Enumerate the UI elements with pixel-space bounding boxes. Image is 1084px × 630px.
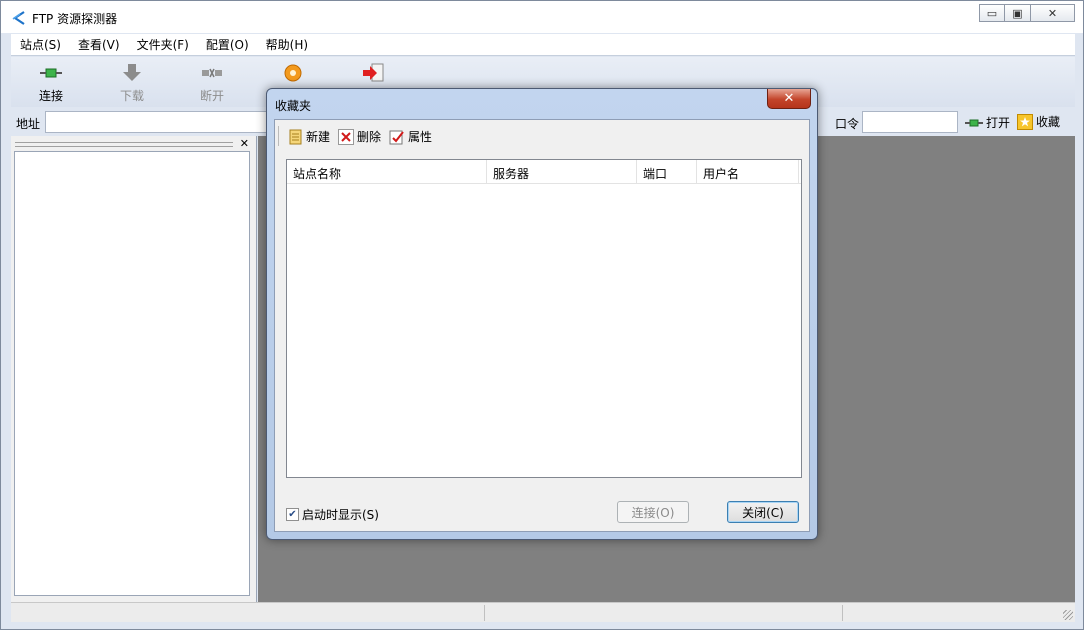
delete-label: 删除 bbox=[357, 130, 382, 144]
download-button[interactable]: 下载 bbox=[102, 63, 162, 104]
panel-grip[interactable] bbox=[15, 142, 233, 147]
folder-tree[interactable] bbox=[14, 151, 250, 596]
new-label: 新建 bbox=[306, 130, 331, 144]
dialog-body: 新建 删除 属性 站点名称 服务器 端口 用户名 ✔ 启动时显示(S) 连接(O… bbox=[274, 119, 810, 532]
title-bar[interactable]: FTP 资源探测器 ▭ ▣ ✕ bbox=[1, 1, 1083, 33]
toolbar-grip bbox=[278, 126, 282, 146]
favorites-list[interactable]: 站点名称 服务器 端口 用户名 bbox=[286, 159, 802, 478]
download-label: 下载 bbox=[119, 89, 144, 103]
download-arrow-icon bbox=[123, 64, 141, 81]
favorite-label: 收藏 bbox=[1036, 115, 1061, 129]
show-on-startup-label: 启动时显示(S) bbox=[302, 508, 379, 522]
connect-icon bbox=[40, 68, 62, 78]
menu-config[interactable]: 配置(O) bbox=[197, 36, 257, 53]
properties-label: 属性 bbox=[408, 130, 433, 144]
gear-icon bbox=[284, 64, 302, 82]
new-document-icon bbox=[289, 129, 302, 144]
disconnect-button[interactable]: 断开 bbox=[182, 63, 242, 104]
exit-arrow-icon bbox=[363, 63, 384, 82]
window-title: FTP 资源探测器 bbox=[32, 12, 118, 26]
exit-button[interactable] bbox=[343, 63, 403, 87]
favorites-dialog: 收藏夹 ✕ 新建 删除 属性 站点名称 服务器 端口 用户名 ✔ 启动时显示(S… bbox=[266, 88, 818, 540]
app-logo-icon bbox=[12, 11, 25, 25]
disconnect-icon bbox=[202, 68, 222, 78]
column-port[interactable]: 端口 bbox=[637, 160, 697, 183]
folder-panel: ✕ bbox=[11, 136, 257, 602]
properties-button[interactable]: 属性 bbox=[389, 128, 432, 145]
window-controls: ▭ ▣ ✕ bbox=[979, 4, 1075, 22]
new-button[interactable]: 新建 bbox=[289, 128, 330, 145]
password-label: 口令 bbox=[835, 117, 860, 131]
status-bar bbox=[11, 602, 1075, 622]
close-dialog-button[interactable]: 关闭(C) bbox=[727, 501, 799, 523]
minimize-button[interactable]: ▭ bbox=[979, 4, 1005, 22]
address-input[interactable] bbox=[45, 111, 275, 133]
close-icon[interactable]: ✕ bbox=[240, 137, 249, 150]
open-button[interactable]: 打开 bbox=[965, 114, 1010, 131]
menu-folder[interactable]: 文件夹(F) bbox=[128, 36, 197, 53]
delete-x-icon bbox=[338, 128, 355, 145]
address-label: 地址 bbox=[16, 117, 41, 131]
menu-help[interactable]: 帮助(H) bbox=[257, 36, 316, 53]
connect-dialog-button[interactable]: 连接(O) bbox=[617, 501, 689, 523]
menu-view[interactable]: 查看(V) bbox=[69, 36, 128, 53]
connect-label: 连接 bbox=[38, 89, 63, 103]
star-icon bbox=[1017, 113, 1033, 130]
password-input[interactable] bbox=[862, 111, 958, 133]
connect-small-icon bbox=[965, 119, 983, 126]
disconnect-label: 断开 bbox=[199, 89, 224, 103]
status-separator bbox=[842, 605, 843, 621]
folder-panel-header: ✕ bbox=[15, 137, 249, 150]
resize-grip[interactable] bbox=[1063, 610, 1073, 620]
close-button[interactable]: ✕ bbox=[1031, 4, 1075, 22]
status-separator bbox=[484, 605, 485, 621]
menu-bar: 站点(S) 查看(V) 文件夹(F) 配置(O) 帮助(H) bbox=[11, 34, 1075, 56]
list-header: 站点名称 服务器 端口 用户名 bbox=[287, 160, 801, 184]
properties-check-icon bbox=[389, 130, 404, 144]
checkbox-box[interactable]: ✔ bbox=[286, 508, 299, 521]
maximize-button[interactable]: ▣ bbox=[1005, 4, 1031, 22]
show-on-startup-checkbox[interactable]: ✔ 启动时显示(S) bbox=[286, 506, 379, 523]
menu-site[interactable]: 站点(S) bbox=[11, 36, 69, 53]
favorite-button[interactable]: 收藏 bbox=[1017, 113, 1060, 130]
delete-button[interactable]: 删除 bbox=[338, 128, 381, 145]
column-username[interactable]: 用户名 bbox=[697, 160, 799, 183]
dialog-title: 收藏夹 bbox=[275, 99, 312, 113]
dialog-close-button[interactable]: ✕ bbox=[767, 89, 811, 109]
column-server[interactable]: 服务器 bbox=[487, 160, 637, 183]
settings-button[interactable] bbox=[263, 63, 323, 87]
column-site-name[interactable]: 站点名称 bbox=[287, 160, 487, 183]
open-label: 打开 bbox=[986, 116, 1011, 130]
connect-button[interactable]: 连接 bbox=[21, 63, 81, 104]
dialog-toolbar: 新建 删除 属性 bbox=[289, 128, 432, 145]
